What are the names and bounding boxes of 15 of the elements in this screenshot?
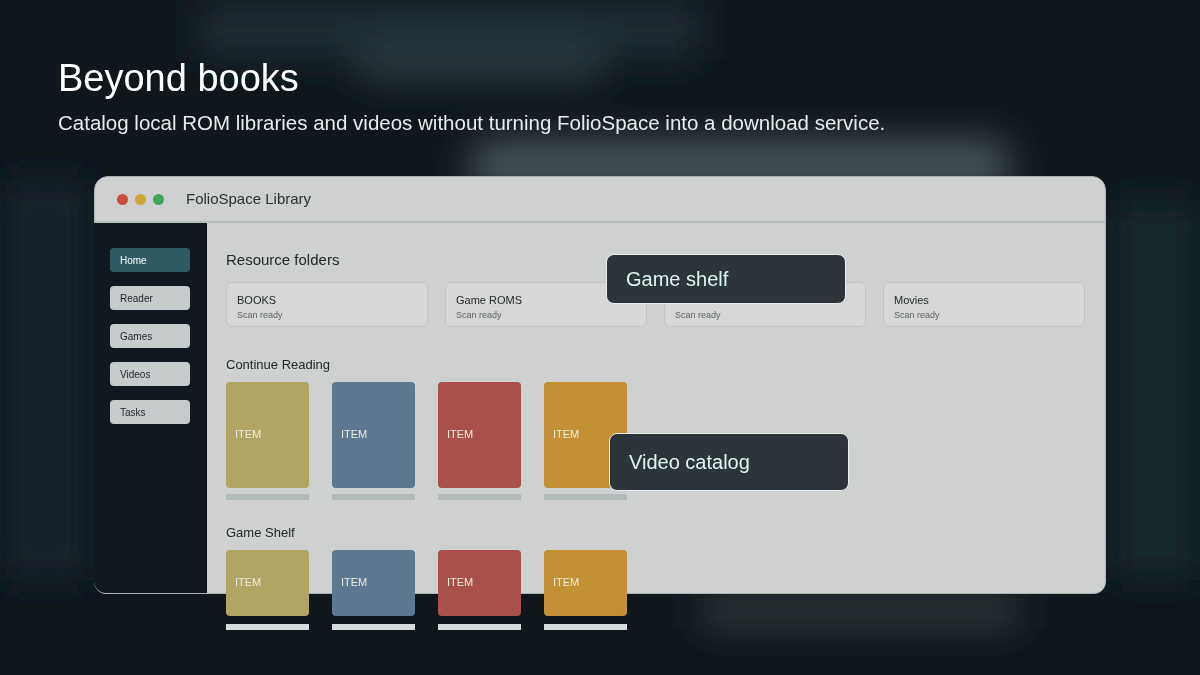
folder-status: Scan ready [456,309,503,321]
subtitle: Catalog local ROM libraries and videos without turning FolioSpace into a download service. [58,110,886,136]
folder-status: Scan ready [237,309,284,321]
section-heading: Continue Reading [226,356,332,373]
callout-tooltip: Video catalog [609,433,849,491]
headline: Beyond books [58,56,300,100]
folder-name: Game ROMS [456,293,523,307]
folder-status: Scan ready [675,309,722,321]
folder-name: BOOKS [237,293,278,307]
folder-status: Scan ready [894,309,941,321]
callout-tooltip: Game shelf [606,254,846,304]
folder-name: Movies [894,293,930,307]
section-heading: Resource folders [226,250,341,270]
window-title: FolioSpace Library [186,188,312,209]
section-heading: Game Shelf [226,524,296,541]
